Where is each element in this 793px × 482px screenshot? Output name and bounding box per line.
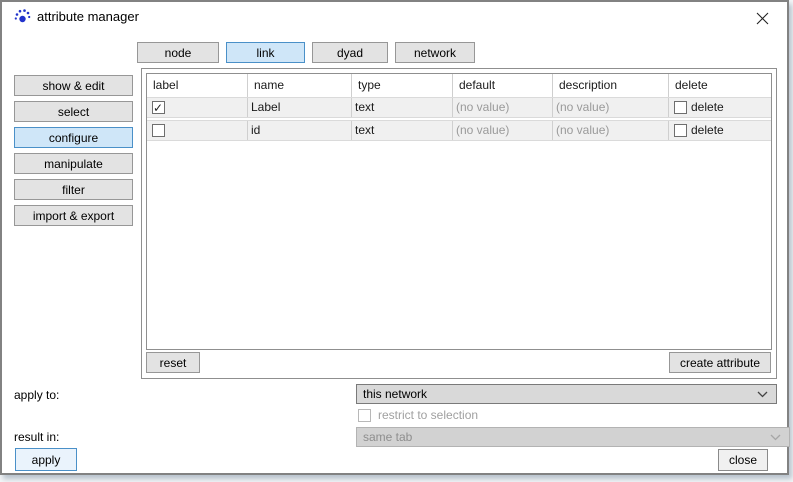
result-in-dropdown: same tab (356, 427, 790, 447)
chevron-down-icon (757, 391, 768, 398)
attribute-table: label name type default description dele… (146, 73, 772, 350)
cell-default[interactable]: (no value) (453, 98, 553, 117)
sidebar-item-show-edit[interactable]: show & edit (14, 75, 133, 96)
restrict-to-selection-row: restrict to selection (358, 408, 478, 422)
restrict-to-selection-label: restrict to selection (378, 408, 478, 422)
close-icon (756, 12, 769, 25)
cell-delete: delete (669, 98, 771, 117)
delete-checkbox[interactable] (674, 101, 687, 114)
table-row: id text (no value) (no value) delete (147, 120, 771, 141)
sidebar-item-filter[interactable]: filter (14, 179, 133, 200)
tab-network[interactable]: network (395, 42, 475, 63)
cell-label (147, 121, 248, 140)
sidebar: show & edit select configure manipulate … (14, 75, 133, 226)
label-checkbox[interactable] (152, 101, 165, 114)
sidebar-item-import-export[interactable]: import & export (14, 205, 133, 226)
result-in-value: same tab (363, 430, 412, 444)
chevron-down-icon (770, 434, 781, 441)
close-window-button[interactable] (747, 6, 777, 30)
column-header-type: type (352, 74, 453, 97)
sidebar-item-select[interactable]: select (14, 101, 133, 122)
column-header-description: description (553, 74, 669, 97)
sidebar-item-configure[interactable]: configure (14, 127, 133, 148)
tab-bar: node link dyad network (137, 42, 475, 63)
attribute-manager-dialog: attribute manager node link dyad network… (0, 0, 789, 475)
tab-dyad[interactable]: dyad (312, 42, 388, 63)
delete-label: delete (691, 121, 724, 140)
column-header-name: name (248, 74, 352, 97)
apply-to-label: apply to: (14, 388, 59, 402)
cell-default[interactable]: (no value) (453, 121, 553, 140)
cell-type[interactable]: text (352, 98, 453, 117)
table-row: Label text (no value) (no value) delete (147, 97, 771, 118)
apply-to-value: this network (363, 387, 427, 401)
restrict-to-selection-checkbox (358, 409, 371, 422)
cell-name[interactable]: Label (248, 98, 352, 117)
window-title: attribute manager (37, 9, 139, 24)
table-header-row: label name type default description dele… (147, 74, 771, 97)
delete-checkbox[interactable] (674, 124, 687, 137)
apply-button[interactable]: apply (15, 448, 77, 471)
cell-description[interactable]: (no value) (553, 121, 669, 140)
create-attribute-button[interactable]: create attribute (669, 352, 771, 373)
titlebar: attribute manager (2, 2, 787, 31)
cell-label (147, 98, 248, 117)
visone-logo-icon (14, 8, 31, 25)
tab-link[interactable]: link (226, 42, 305, 63)
column-header-default: default (453, 74, 553, 97)
cell-delete: delete (669, 121, 771, 140)
delete-label: delete (691, 98, 724, 117)
cell-description[interactable]: (no value) (553, 98, 669, 117)
close-button[interactable]: close (718, 449, 768, 471)
reset-button[interactable]: reset (146, 352, 200, 373)
cell-type[interactable]: text (352, 121, 453, 140)
tab-node[interactable]: node (137, 42, 219, 63)
attribute-table-panel: label name type default description dele… (141, 68, 777, 379)
column-header-delete: delete (669, 74, 771, 97)
result-in-label: result in: (14, 430, 59, 444)
sidebar-item-manipulate[interactable]: manipulate (14, 153, 133, 174)
label-checkbox[interactable] (152, 124, 165, 137)
column-header-label: label (147, 74, 248, 97)
apply-to-dropdown[interactable]: this network (356, 384, 777, 404)
cell-name[interactable]: id (248, 121, 352, 140)
